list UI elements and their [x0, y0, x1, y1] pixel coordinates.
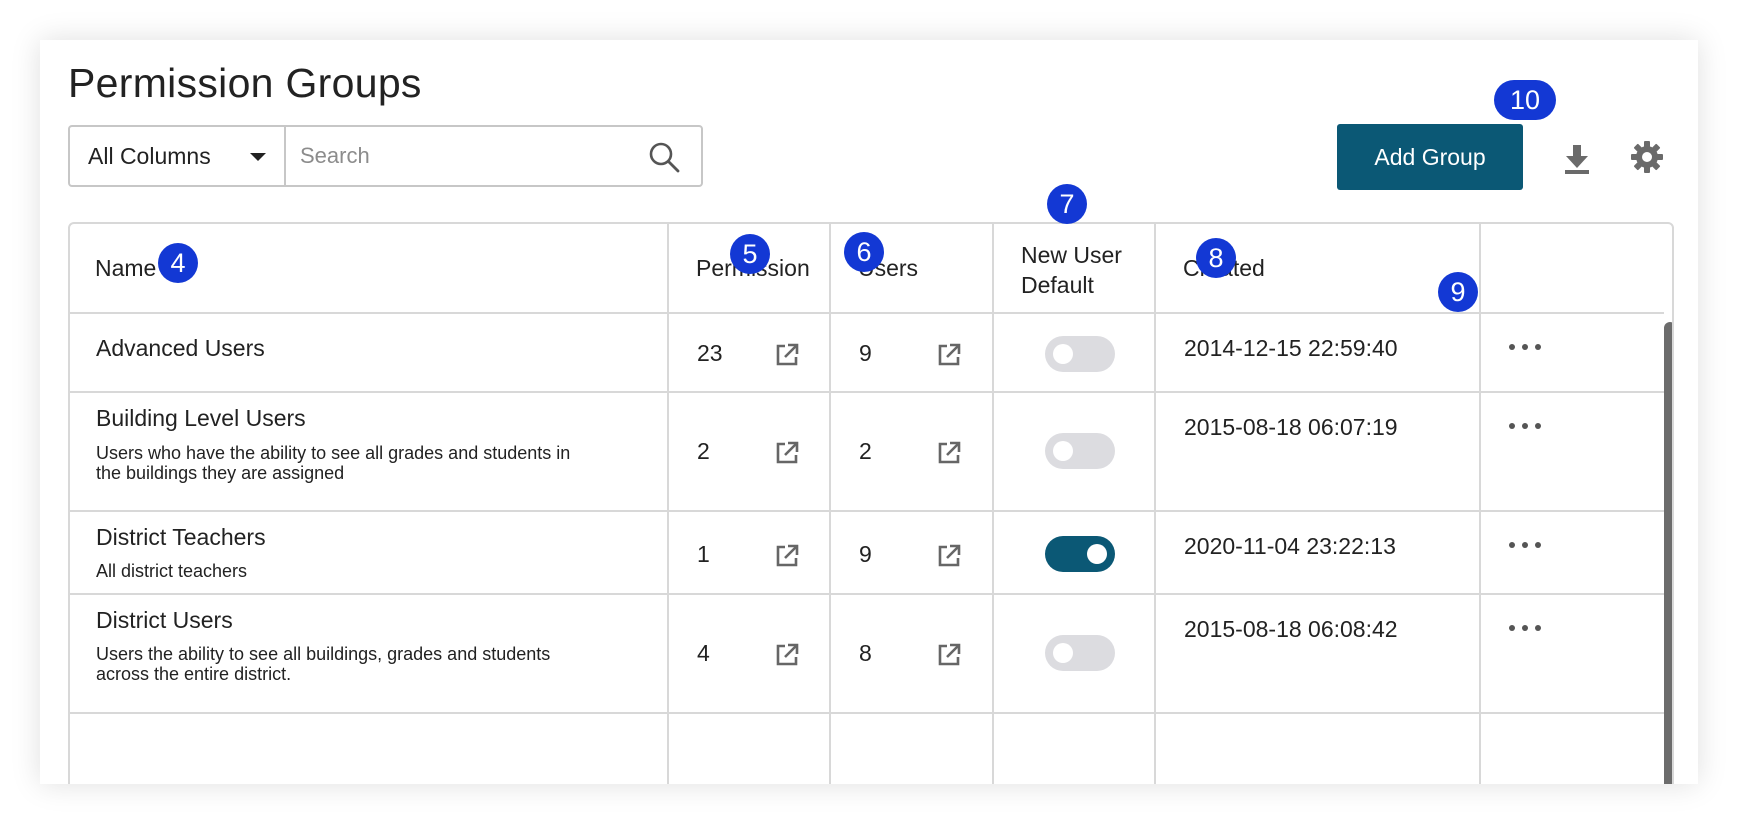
row-users-count: 2: [859, 438, 872, 464]
row-permission-count: 1: [697, 541, 710, 567]
new-user-default-toggle[interactable]: [1045, 536, 1115, 572]
permission-groups-card: Permission Groups All Columns Add Group …: [40, 40, 1698, 784]
external-link-icon[interactable]: [936, 342, 962, 368]
row-created: 2015-08-18 06:07:19: [1184, 414, 1398, 440]
toggle-knob: [1053, 441, 1073, 461]
column-divider: [829, 224, 831, 784]
row-description: Users the ability to see all buildings, …: [96, 644, 646, 684]
header-new-user-default[interactable]: New User Default: [1021, 240, 1122, 300]
row-description-line2: across the entire district.: [96, 664, 292, 684]
row-description-line1: Users who have the ability to see all gr…: [96, 443, 571, 463]
annotation-badge-9: 9: [1438, 272, 1478, 312]
row-name: District Users: [96, 607, 233, 633]
more-options-icon[interactable]: [1509, 540, 1541, 550]
row-name: Building Level Users: [96, 405, 306, 431]
search-wrapper: [286, 127, 701, 185]
external-link-icon[interactable]: [774, 440, 800, 466]
row-name: Advanced Users: [96, 335, 265, 361]
row-name: District Teachers: [96, 524, 266, 550]
row-created: 2020-11-04 23:22:13: [1184, 533, 1396, 559]
row-divider: [70, 593, 1664, 595]
external-link-icon[interactable]: [774, 342, 800, 368]
row-users-count: 9: [859, 340, 872, 366]
external-link-icon[interactable]: [936, 642, 962, 668]
row-description: Users who have the ability to see all gr…: [96, 443, 646, 483]
row-divider: [70, 510, 1664, 512]
add-group-button[interactable]: Add Group: [1337, 124, 1523, 190]
annotation-badge-10: 10: [1494, 80, 1556, 120]
toggle-knob: [1087, 544, 1107, 564]
column-select[interactable]: All Columns: [70, 127, 286, 185]
header-name[interactable]: Name: [95, 253, 156, 283]
column-select-label: All Columns: [88, 142, 211, 169]
search-icon[interactable]: [647, 140, 681, 174]
more-options-icon[interactable]: [1509, 421, 1541, 431]
row-divider: [70, 312, 1664, 314]
row-divider: [70, 712, 1664, 714]
caret-down-icon: [250, 153, 266, 161]
more-options-icon[interactable]: [1509, 623, 1541, 633]
annotation-badge-7: 7: [1047, 184, 1087, 224]
row-created: 2014-12-15 22:59:40: [1184, 335, 1398, 361]
search-filter-bar: All Columns: [68, 125, 703, 187]
annotation-badge-5: 5: [730, 234, 770, 274]
row-description-line2: the buildings they are assigned: [96, 463, 345, 483]
annotation-badge-6: 6: [844, 232, 884, 272]
annotation-badge-4: 4: [158, 243, 198, 283]
table-scrollbar[interactable]: [1664, 322, 1672, 784]
page-title: Permission Groups: [68, 60, 422, 106]
external-link-icon[interactable]: [936, 440, 962, 466]
header-new-user-default-line2: Default: [1021, 272, 1094, 298]
row-description: All district teachers: [96, 561, 646, 581]
row-divider: [70, 391, 1664, 393]
gear-icon[interactable]: [1630, 140, 1664, 174]
download-icon[interactable]: [1563, 143, 1591, 175]
permission-groups-table: Name Permission Users New User Default C…: [68, 222, 1674, 784]
toggle-knob: [1053, 344, 1073, 364]
toggle-knob: [1053, 643, 1073, 663]
search-input[interactable]: [286, 127, 701, 185]
column-divider: [992, 224, 994, 784]
more-options-icon[interactable]: [1509, 342, 1541, 352]
column-divider: [1154, 224, 1156, 784]
external-link-icon[interactable]: [774, 642, 800, 668]
row-created: 2015-08-18 06:08:42: [1184, 616, 1398, 642]
new-user-default-toggle[interactable]: [1045, 433, 1115, 469]
column-divider: [667, 224, 669, 784]
row-permission-count: 4: [697, 640, 710, 666]
annotation-badge-8: 8: [1196, 238, 1236, 278]
row-users-count: 8: [859, 640, 872, 666]
row-description-line1: All district teachers: [96, 561, 248, 581]
row-permission-count: 23: [697, 340, 723, 366]
header-new-user-default-line1: New User: [1021, 242, 1122, 268]
external-link-icon[interactable]: [936, 543, 962, 569]
new-user-default-toggle[interactable]: [1045, 635, 1115, 671]
row-description-line1: Users the ability to see all buildings, …: [96, 644, 551, 664]
row-permission-count: 2: [697, 438, 710, 464]
new-user-default-toggle[interactable]: [1045, 336, 1115, 372]
external-link-icon[interactable]: [774, 543, 800, 569]
row-users-count: 9: [859, 541, 872, 567]
column-divider: [1479, 224, 1481, 784]
